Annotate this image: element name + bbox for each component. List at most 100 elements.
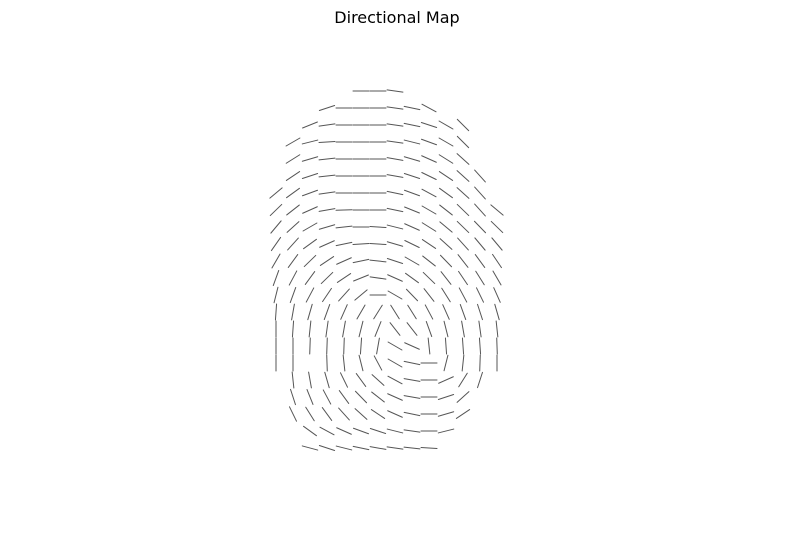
direction-segment	[403, 378, 421, 382]
direction-segment	[461, 354, 465, 372]
direction-segment	[403, 395, 421, 399]
quiver-plot-area	[269, 89, 504, 451]
direction-segment	[457, 254, 469, 268]
direction-segment	[403, 173, 421, 179]
direction-segment	[494, 303, 500, 321]
direction-segment	[336, 273, 352, 283]
direction-segment	[272, 269, 280, 287]
direction-segment	[352, 258, 370, 264]
direction-segment	[386, 157, 404, 161]
direction-segment	[421, 239, 437, 249]
direction-segment	[421, 171, 437, 181]
direction-segment	[456, 391, 470, 403]
direction-segment	[491, 237, 503, 251]
direction-segment	[386, 224, 404, 230]
direction-segment	[422, 255, 436, 267]
direction-segment	[443, 320, 449, 338]
direction-segment	[479, 354, 481, 372]
direction-segment	[335, 241, 353, 247]
direction-segment	[387, 410, 403, 418]
direction-segment	[403, 446, 421, 450]
direction-segment	[285, 137, 301, 147]
direction-segment	[322, 287, 332, 303]
direction-segment	[373, 355, 383, 371]
direction-segment	[319, 256, 335, 266]
direction-segment	[352, 445, 370, 451]
direction-segment	[456, 187, 470, 199]
direction-segment	[493, 287, 501, 303]
direction-segment	[439, 204, 453, 216]
direction-segment	[403, 105, 421, 111]
direction-segment	[356, 304, 366, 320]
direction-segment	[390, 304, 400, 320]
direction-segment	[288, 406, 298, 422]
direction-segment	[318, 191, 336, 195]
direction-segment	[302, 206, 318, 214]
direction-segment	[492, 253, 502, 269]
direction-segment	[421, 222, 437, 232]
direction-segment	[369, 428, 387, 434]
direction-segment	[474, 186, 486, 200]
direction-segment	[269, 203, 283, 217]
direction-segment	[403, 360, 421, 366]
direction-segment	[456, 220, 470, 234]
direction-segment	[475, 270, 485, 286]
direction-segment	[303, 238, 317, 250]
direction-segment	[387, 290, 403, 300]
direction-segment	[354, 390, 368, 404]
direction-segment	[286, 187, 300, 199]
direction-segment	[318, 445, 336, 451]
direction-segment	[456, 153, 470, 165]
direction-segment	[387, 341, 403, 351]
direction-segment	[301, 445, 319, 451]
direction-segment	[291, 303, 295, 321]
direction-segment	[376, 337, 380, 355]
direction-segment	[386, 174, 404, 178]
direction-segment	[455, 409, 471, 419]
direction-segment	[386, 106, 404, 110]
direction-segment	[421, 155, 437, 163]
direction-segment	[270, 220, 282, 234]
direction-segment	[285, 171, 301, 181]
direction-segment	[305, 287, 315, 303]
direction-segment	[369, 446, 387, 450]
direction-segment	[338, 407, 350, 421]
direction-segment	[270, 236, 282, 252]
direction-segment	[475, 287, 485, 303]
direction-segment	[474, 237, 486, 251]
direction-segment	[285, 154, 301, 164]
direction-segment	[301, 139, 319, 145]
direction-segment	[321, 407, 333, 421]
direction-segment	[326, 354, 328, 372]
direction-segment	[495, 320, 499, 338]
direction-segment	[427, 337, 431, 355]
direction-segment	[439, 221, 453, 233]
direction-segment	[496, 337, 498, 355]
direction-segment	[274, 303, 278, 321]
direction-segment	[318, 123, 336, 127]
direction-segment	[326, 337, 328, 355]
direction-segment	[353, 274, 369, 282]
direction-segment	[439, 187, 453, 199]
direction-segment	[404, 223, 420, 231]
direction-segment	[319, 426, 335, 436]
direction-segment	[403, 429, 421, 433]
direction-segment	[386, 446, 404, 450]
direction-segment	[304, 271, 316, 285]
direction-segment	[420, 138, 438, 146]
direction-segment	[291, 371, 295, 389]
direction-segment	[403, 156, 421, 162]
direction-segment	[373, 304, 383, 320]
direction-segment	[474, 169, 486, 183]
direction-segment	[289, 286, 297, 304]
direction-segment	[320, 271, 334, 285]
direction-segment	[437, 411, 455, 417]
direction-segment	[456, 203, 470, 217]
direction-segment	[474, 203, 486, 217]
direction-segment	[342, 320, 346, 338]
direction-segment	[474, 254, 486, 268]
direction-segment	[386, 428, 404, 434]
direction-segment	[459, 303, 467, 321]
direction-segment	[309, 337, 311, 355]
direction-segment	[336, 427, 352, 435]
